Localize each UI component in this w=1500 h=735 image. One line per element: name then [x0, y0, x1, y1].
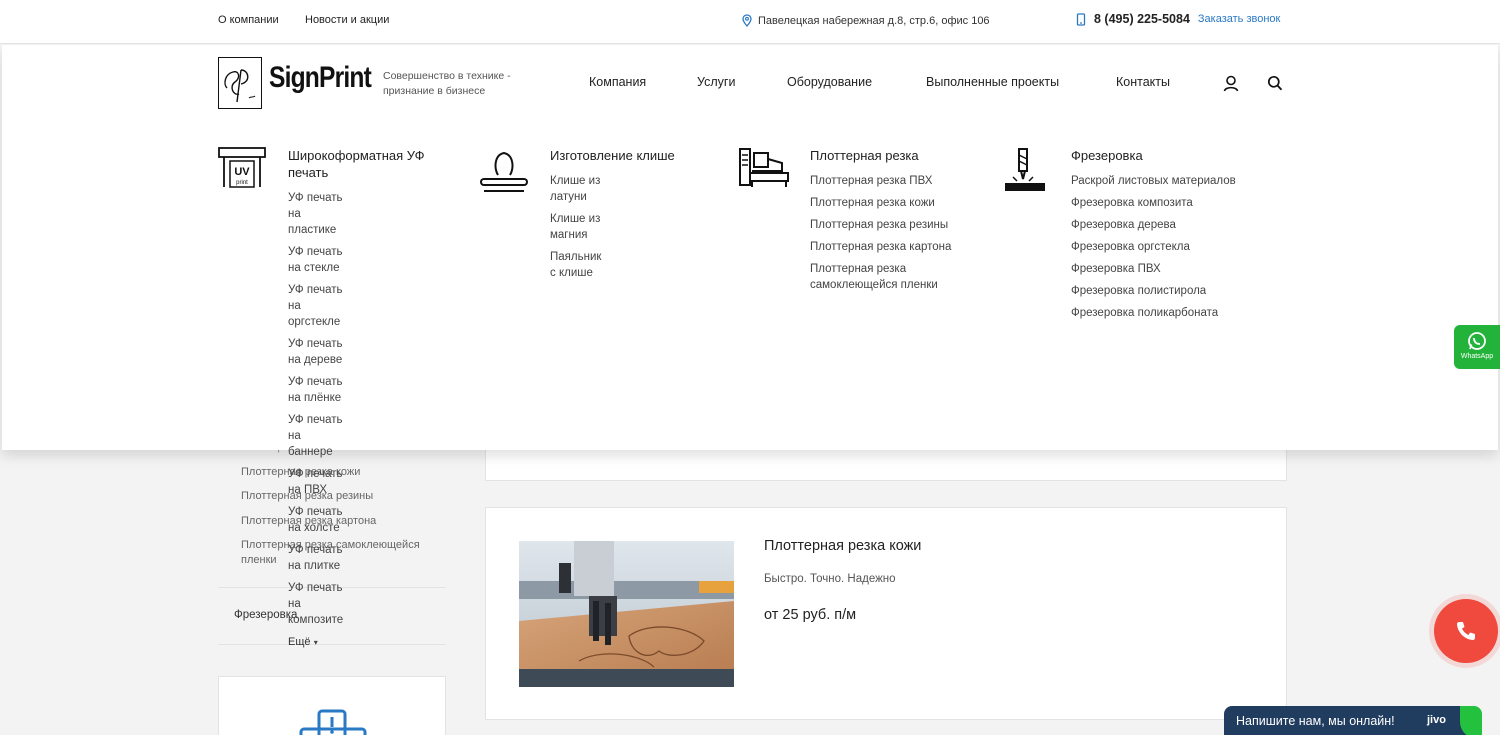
handset-icon [1457, 622, 1475, 640]
product-card[interactable]: Плоттерная резка кожи Быстро. Точно. Над… [485, 507, 1287, 720]
more-toggle[interactable]: Ещё ▾ [288, 634, 343, 651]
chat-widget[interactable]: Напишите нам, мы онлайн! jivo [1224, 706, 1482, 735]
menu-item[interactable]: УФ печать на ПВХ [288, 466, 343, 498]
menu-item[interactable]: УФ печать на стекле [288, 244, 343, 276]
nav-contacts[interactable]: Контакты [1116, 75, 1170, 89]
menu-item[interactable]: Фрезеровка оргстекла [1071, 239, 1261, 255]
product-title[interactable]: Плоттерная резка кожи [764, 538, 921, 554]
menu-item[interactable]: Плоттерная резка самоклеющейся пленки [810, 261, 980, 293]
logo-mark[interactable] [218, 57, 262, 109]
nav-services[interactable]: Услуги [697, 75, 735, 89]
whatsapp-icon [1468, 332, 1486, 350]
plotter-icon [739, 148, 789, 187]
menu-item[interactable]: Фрезеровка композита [1071, 195, 1261, 211]
slogan: Совершенство в технике - признание в биз… [383, 70, 511, 97]
topbar-link-about[interactable]: О компании [218, 14, 279, 26]
menu-item[interactable]: Плоттерная резка картона [810, 239, 980, 255]
nav-company[interactable]: Компания [589, 75, 646, 89]
whatsapp-label: WhatsApp [1460, 353, 1494, 360]
menu-item[interactable]: Плоттерная резка ПВХ [810, 173, 980, 189]
whatsapp-button[interactable]: WhatsApp [1454, 325, 1500, 369]
stamp-icon [480, 151, 528, 192]
address-text: Павелецкая набережная д.8, стр.6, офис 1… [758, 14, 990, 27]
menu-item[interactable]: Фрезеровка поликарбоната [1071, 305, 1261, 321]
menu-item[interactable]: УФ печать на пластике [288, 190, 343, 238]
printer-icon [299, 709, 367, 735]
logo-text[interactable]: SignPrint [269, 61, 372, 95]
product-photo [519, 541, 734, 687]
menu-list-milling: Раскрой листовых материалов Фрезеровка к… [1071, 173, 1261, 327]
uv-printer-icon: UV print [218, 147, 266, 188]
location-pin-icon [742, 14, 752, 27]
nav-equipment[interactable]: Оборудование [787, 75, 872, 89]
menu-item[interactable]: УФ печать на плёнке [288, 374, 343, 406]
menu-title-plotter[interactable]: Плоттерная резка [810, 147, 980, 164]
topbar-link-news[interactable]: Новости и акции [305, 14, 389, 26]
menu-item[interactable]: УФ печать на плитке [288, 542, 343, 574]
phone-block: 8 (495) 225-5084 Заказать звонок [1076, 12, 1280, 26]
menu-item[interactable]: Плоттерная резка кожи [810, 195, 980, 211]
menu-list-stamps: Клише из латуни Клише из магния Паяльник… [550, 173, 601, 287]
uv-icon-subtext: print [236, 180, 248, 186]
menu-item[interactable]: УФ печать на оргстекле [288, 282, 343, 330]
nav-projects[interactable]: Выполненные проекты [926, 75, 1059, 89]
menu-item[interactable]: УФ печать на дереве [288, 336, 343, 368]
menu-item[interactable]: Паяльник с клише [550, 249, 601, 281]
menu-item[interactable]: Раскрой листовых материалов [1071, 173, 1261, 189]
menu-item[interactable]: Клише из магния [550, 211, 601, 243]
menu-item[interactable]: Клише из латуни [550, 173, 601, 205]
menu-title-uv[interactable]: Широкоформатная УФ печать [288, 147, 448, 181]
milling-icon [1005, 148, 1045, 191]
online-indicator [1460, 706, 1482, 735]
menu-item[interactable]: Фрезеровка полистирола [1071, 283, 1261, 299]
header-mega-menu: SignPrint Совершенство в технике - призн… [2, 45, 1498, 648]
top-bar: О компании Новости и акции Павелецкая на… [0, 0, 1500, 44]
menu-title-stamps[interactable]: Изготовление клише [550, 147, 720, 164]
chat-text: Напишите нам, мы онлайн! [1236, 714, 1395, 728]
menu-item[interactable]: УФ печать на композите [288, 580, 343, 628]
chat-brand: jivo [1427, 714, 1446, 726]
user-icon[interactable] [1223, 75, 1239, 92]
menu-item[interactable]: Фрезеровка дерева [1071, 217, 1261, 233]
menu-list-plotter: Плоттерная резка ПВХ Плоттерная резка ко… [810, 173, 980, 299]
phone-icon [1076, 12, 1086, 26]
menu-item[interactable]: УФ печать на баннере [288, 412, 343, 460]
more-label: Ещё [288, 636, 311, 648]
menu-title-milling[interactable]: Фрезеровка [1071, 147, 1241, 164]
menu-item[interactable]: Фрезеровка ПВХ [1071, 261, 1261, 277]
call-button[interactable] [1434, 599, 1498, 663]
sidebar-promo-card [218, 676, 446, 735]
address: Павелецкая набережная д.8, стр.6, офис 1… [742, 14, 990, 27]
caret-down-icon: ▾ [313, 638, 318, 647]
callback-link[interactable]: Заказать звонок [1198, 13, 1280, 25]
product-price: от 25 руб. п/м [764, 607, 857, 623]
uv-icon-text: UV [234, 166, 250, 178]
phone-number[interactable]: 8 (495) 225-5084 [1094, 12, 1190, 26]
menu-list-uv: УФ печать на пластике УФ печать на стекл… [288, 190, 343, 657]
menu-item[interactable]: УФ печать на холсте [288, 504, 343, 536]
menu-item[interactable]: Плоттерная резка резины [810, 217, 980, 233]
search-icon[interactable] [1267, 75, 1283, 92]
product-subtitle: Быстро. Точно. Надежно [764, 573, 896, 585]
